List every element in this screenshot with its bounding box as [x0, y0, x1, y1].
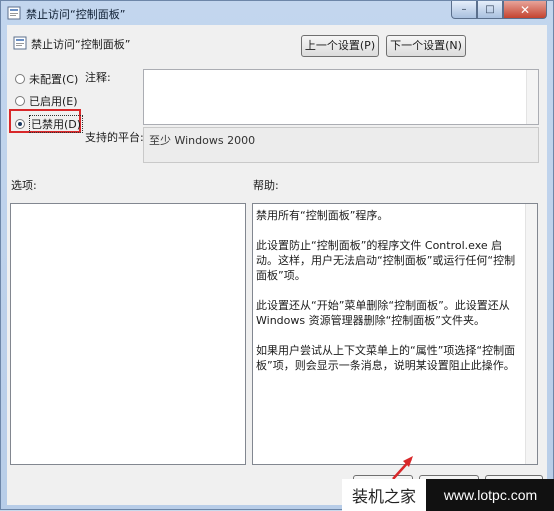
platform-field: 至少 Windows 2000	[143, 127, 539, 163]
options-label: 选项:	[11, 179, 37, 192]
platform-label: 支持的平台:	[85, 131, 144, 144]
help-paragraph: 禁用所有“控制面板”程序。	[256, 209, 389, 222]
minimize-button[interactable]: –	[451, 1, 477, 19]
help-paragraph: 此设置防止“控制面板”的程序文件 Control.exe 启动。这样，用户无法启…	[256, 239, 516, 282]
help-paragraph: 此设置还从“开始”菜单删除“控制面板”。此设置还从 Windows 资源管理器删…	[256, 299, 510, 327]
policy-settings-icon	[7, 6, 21, 20]
maximize-button[interactable]: □	[477, 1, 503, 19]
radio-label: 已启用(E)	[29, 95, 78, 108]
radio-label: 已禁用(D)	[29, 115, 84, 133]
next-setting-button[interactable]: 下一个设置(N)	[386, 35, 466, 57]
pointer-arrow-icon	[392, 456, 413, 480]
window-controls: – □ ✕	[451, 1, 547, 19]
radio-circle[interactable]	[15, 74, 25, 84]
watermark-url: www.lotpc.com	[426, 479, 554, 511]
radio-label: 未配置(C)	[29, 73, 79, 86]
help-panel[interactable]: 禁用所有“控制面板”程序。 此设置防止“控制面板”的程序文件 Control.e…	[252, 203, 538, 465]
comment-textarea[interactable]	[143, 69, 539, 125]
title-bar[interactable]: 禁止访问“控制面板” – □ ✕	[1, 1, 553, 25]
comment-label: 注释:	[85, 71, 111, 84]
platform-value: 至少 Windows 2000	[149, 134, 256, 147]
close-button[interactable]: ✕	[503, 1, 547, 19]
setting-title: 禁止访问“控制面板”	[31, 38, 131, 51]
radio-circle-selected[interactable]	[15, 119, 25, 129]
help-paragraph: 如果用户尝试从上下文菜单上的“属性”项选择“控制面板”项，则会显示一条消息，说明…	[256, 344, 516, 372]
watermark: 装机之家 www.lotpc.com	[342, 479, 554, 511]
radio-enabled[interactable]: 已启用(E)	[15, 93, 78, 109]
comment-scrollbar[interactable]	[526, 70, 538, 124]
watermark-brand: 装机之家	[342, 479, 426, 511]
previous-setting-button[interactable]: 上一个设置(P)	[301, 35, 379, 57]
help-label: 帮助:	[253, 179, 279, 192]
radio-disabled[interactable]: 已禁用(D)	[15, 115, 84, 133]
policy-dialog-window: 禁止访问“控制面板” – □ ✕ 禁止访问“控制面板” 上一个设置(P) 下一个…	[0, 0, 554, 511]
dialog-client-area: 禁止访问“控制面板” 上一个设置(P) 下一个设置(N) 未配置(C) 已启用(…	[7, 25, 547, 505]
options-panel[interactable]	[10, 203, 246, 465]
window-title: 禁止访问“控制面板”	[26, 8, 126, 21]
help-scrollbar[interactable]	[525, 204, 537, 464]
radio-not-configured[interactable]: 未配置(C)	[15, 71, 78, 87]
radio-circle[interactable]	[15, 96, 25, 106]
policy-settings-icon	[13, 36, 27, 50]
